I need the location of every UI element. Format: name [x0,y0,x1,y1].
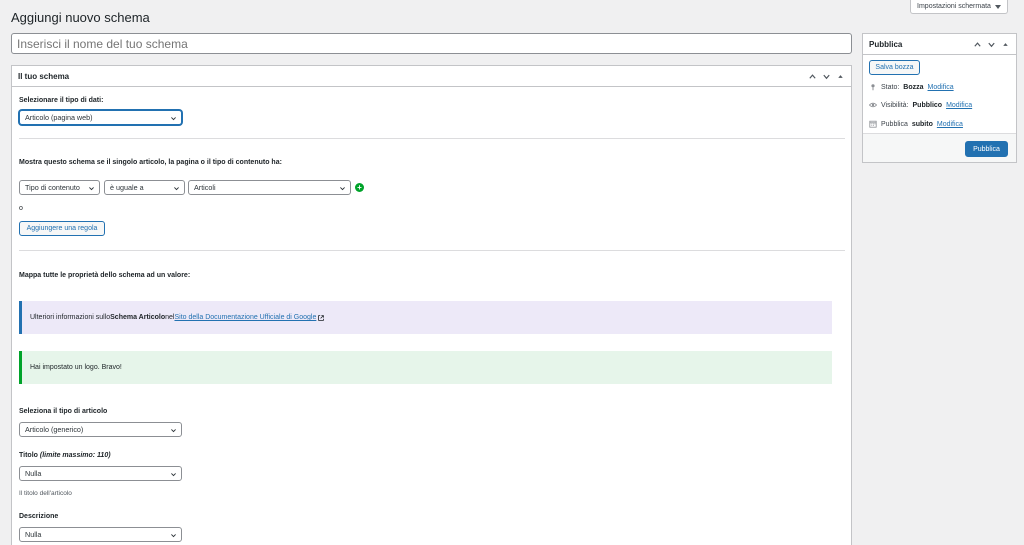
google-docs-link[interactable]: Sito della Documentazione Ufficiale di G… [174,314,316,321]
visibility-row: Visibilità: Pubblico Modifica [869,101,972,109]
chevron-down-icon [171,534,176,538]
or-label: o [19,205,23,212]
edit-visibility-link[interactable]: Modifica [946,102,972,109]
data-type-label: Selezionare il tipo di dati: [19,97,104,104]
schema-title-input[interactable] [11,33,852,54]
schema-metabox: Il tuo schema Selezionare il tipo di dat… [11,65,852,545]
data-type-value: Articolo (pagina web) [25,113,93,122]
info-notice-prefix: Ulteriori informazioni sullo [30,314,111,321]
title-field-value: Nulla [25,469,42,478]
add-condition-icon[interactable]: + [355,183,364,192]
divider [19,250,845,251]
chevron-down-icon [171,117,176,121]
eye-icon [869,102,877,108]
status-row: Stato: Bozza Modifica [869,83,954,91]
edit-status-link[interactable]: Modifica [928,84,954,91]
description-label: Descrizione [19,513,59,520]
info-notice-middle: nel [165,314,175,321]
publish-when-label: Pubblica [881,120,908,128]
calendar-icon [869,120,877,128]
rule-value-value: Articoli [194,183,216,192]
status-value: Bozza [903,83,924,91]
map-properties-label: Mappa tutte le proprietà dello schema ad… [19,272,191,279]
move-down-icon[interactable] [822,72,831,81]
publish-actions: Pubblica [863,133,1016,162]
description-select[interactable]: Nulla [19,527,182,542]
success-notice-text: Hai impostato un logo. Bravo! [30,364,122,371]
publish-time-row: Pubblica subito Modifica [869,120,963,128]
add-rule-button[interactable]: Aggiungere una regola [19,221,105,236]
publish-when-value: subito [911,120,933,128]
chevron-down-icon [171,473,176,477]
caret-down-icon [994,4,1001,9]
publish-metabox-header: Pubblica [863,34,1016,55]
article-type-label: Seleziona il tipo di articolo [19,408,108,415]
schema-metabox-title: Il tuo schema [18,71,70,81]
info-notice-strong: Schema Articolo [110,314,166,321]
pin-icon [871,84,875,91]
move-up-icon[interactable] [808,72,817,81]
schema-metabox-header: Il tuo schema [12,66,851,87]
condition-label: Mostra questo schema se il singolo artic… [19,159,282,166]
title-field-label: Titolo (limite massimo: 110) [19,452,111,459]
article-type-select[interactable]: Articolo (generico) [19,422,182,437]
article-type-value: Articolo (generico) [25,425,84,434]
chevron-down-icon [340,187,345,191]
chevron-down-icon [89,187,94,191]
rule-param-select[interactable]: Tipo di contenuto [19,180,100,195]
title-field-hint: (limite massimo: 110) [39,452,111,459]
visibility-label: Visibilità: [881,101,909,109]
chevron-down-icon [171,429,176,433]
publish-metabox: Pubblica Salva bozza Stato: Bozza Modifica… [862,33,1017,163]
chevron-down-icon [174,187,179,191]
description-value: Nulla [25,530,42,539]
rule-value-select[interactable]: Articoli [188,180,351,195]
title-field-label-text: Titolo [19,452,38,459]
visibility-value: Pubblico [912,101,943,109]
external-link-icon [318,314,325,321]
divider [19,138,845,139]
publish-button[interactable]: Pubblica [965,141,1008,157]
info-notice: Ulteriori informazioni sullo Schema Arti… [19,301,832,334]
data-type-select[interactable]: Articolo (pagina web) [19,110,182,125]
screen-options-label: Impostazioni schermata [917,3,991,10]
publish-metabox-title: Pubblica [869,39,903,49]
title-field-description: Il titolo dell'articolo [19,490,72,497]
rule-operator-value: è uguale a [110,183,144,192]
success-notice: Hai impostato un logo. Bravo! [19,351,832,384]
rule-operator-select[interactable]: è uguale a [104,180,185,195]
page-title: Aggiungi nuovo schema [11,10,150,25]
toggle-panel-icon[interactable] [836,72,845,81]
move-up-icon[interactable] [973,40,982,49]
toggle-panel-icon[interactable] [1001,40,1010,49]
save-draft-button[interactable]: Salva bozza [869,60,920,75]
move-down-icon[interactable] [987,40,996,49]
screen-options-toggle[interactable]: Impostazioni schermata [910,0,1008,14]
rule-param-value: Tipo di contenuto [25,183,80,192]
edit-publish-time-link[interactable]: Modifica [937,121,963,128]
status-label: Stato: [881,83,900,91]
title-field-select[interactable]: Nulla [19,466,182,481]
